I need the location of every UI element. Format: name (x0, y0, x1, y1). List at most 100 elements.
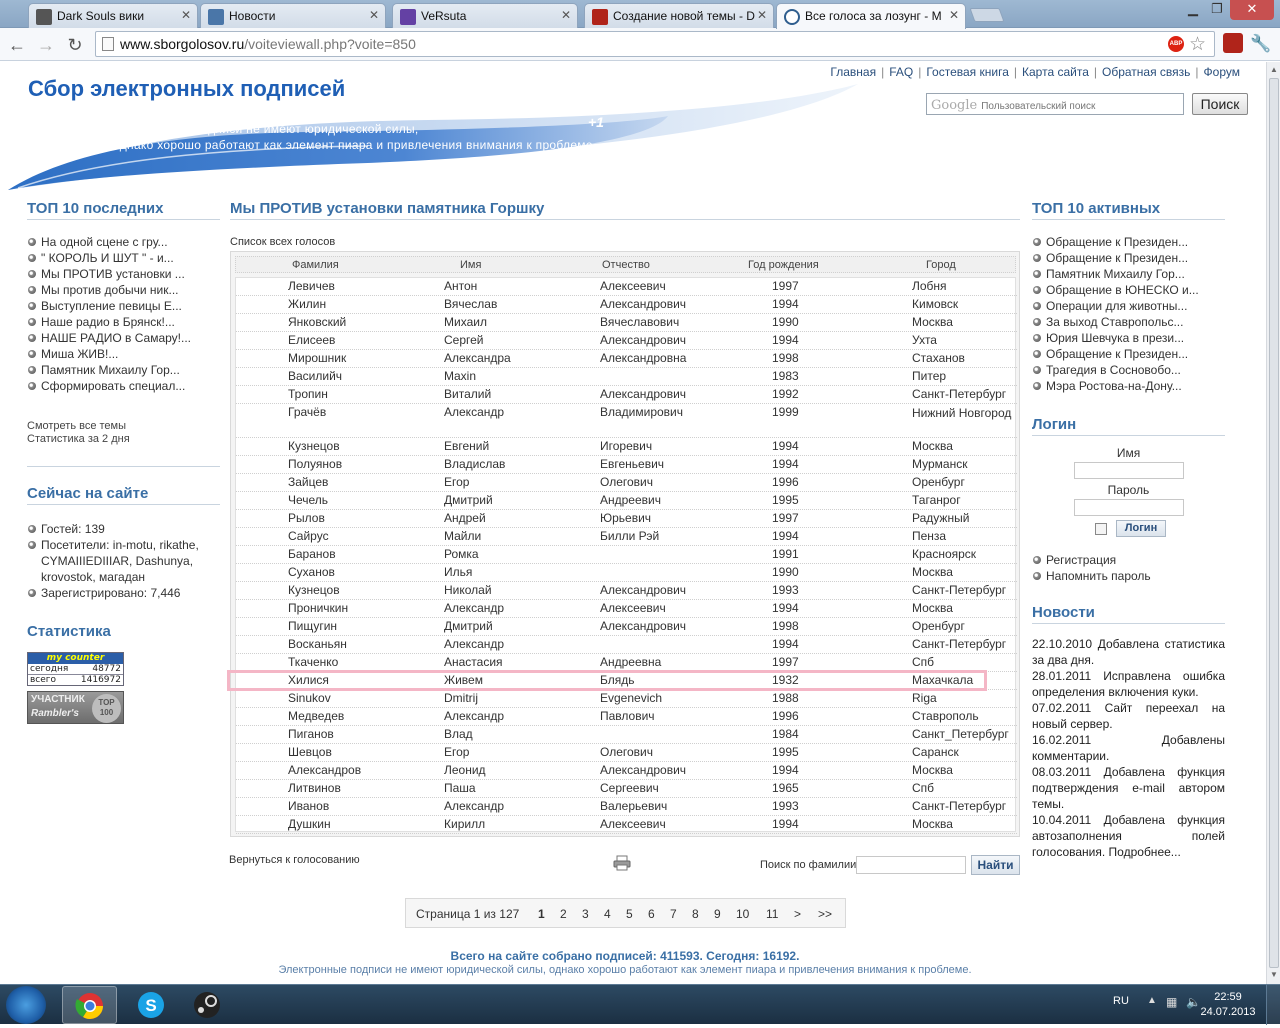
minimize-button[interactable]: ▁ (1180, 0, 1206, 20)
tab-dota-forum[interactable]: Создание новой темы - D ✕ (584, 3, 774, 28)
print-icon[interactable] (613, 855, 631, 871)
tab-dark-souls[interactable]: Dark Souls вики ✕ (28, 3, 198, 28)
page-link[interactable]: 11 (766, 907, 778, 921)
start-button[interactable] (6, 986, 46, 1024)
top10-active-item[interactable]: Обращение к Президен... (1032, 346, 1225, 362)
close-icon[interactable]: ✕ (949, 8, 959, 22)
top10-latest-item[interactable]: Мы против добычи ник... (27, 282, 220, 298)
nav-guestbook[interactable]: Гостевая книга (926, 65, 1009, 79)
reload-icon[interactable]: ↻ (62, 32, 88, 58)
tab-twitch[interactable]: VeRsuta ✕ (392, 3, 578, 28)
login-name-input[interactable] (1073, 462, 1184, 479)
top10-latest-item[interactable]: На одной сцене с гру... (27, 234, 220, 250)
top10-active-item[interactable]: Обращение к Президен... (1032, 250, 1225, 266)
close-icon[interactable]: ✕ (181, 8, 191, 22)
cell-name: Кирилл (444, 817, 486, 831)
taskbar-skype[interactable]: S (124, 986, 179, 1024)
nav-forum[interactable]: Форум (1204, 65, 1240, 79)
top10-latest-item[interactable]: Мы ПРОТИВ установки ... (27, 266, 220, 282)
page-link[interactable]: 6 (648, 907, 655, 921)
top10-active-item[interactable]: Обращение к Президен... (1032, 234, 1225, 250)
nav-faq[interactable]: FAQ (889, 65, 913, 79)
page-link[interactable]: 7 (670, 907, 677, 921)
nav-home[interactable]: Главная (830, 65, 876, 79)
top10-active-item[interactable]: За выход Ставропольс... (1032, 314, 1225, 330)
top10-active-item[interactable]: Памятник Михаилу Гор... (1032, 266, 1225, 282)
page-link[interactable]: > (794, 907, 801, 921)
cell-city: Санкт_Петербург (912, 727, 1009, 741)
page-link[interactable]: 2 (560, 907, 567, 921)
skype-icon: S (138, 992, 164, 1018)
top10-latest-item[interactable]: Сформировать специал... (27, 378, 220, 394)
scrollbar-thumb[interactable] (1269, 78, 1279, 968)
dota-icon (592, 9, 608, 25)
tab-active-votes[interactable]: Все голоса за лозунг - М ✕ (776, 3, 966, 29)
new-tab-button[interactable] (969, 8, 1005, 22)
taskbar-chrome[interactable] (62, 986, 117, 1024)
site-title[interactable]: Сбор электронных подписей (28, 76, 345, 102)
top10-active-item[interactable]: Мэра Ростова-на-Дону... (1032, 378, 1225, 394)
page-link[interactable]: 3 (582, 907, 589, 921)
cell-city: Ставрополь (912, 709, 979, 723)
close-icon[interactable]: ✕ (369, 8, 379, 22)
rambler-top100-badge[interactable]: УЧАСТНИК Rambler's TOP 100 (27, 691, 124, 724)
top10-latest-item[interactable]: Выступление певицы Е... (27, 298, 220, 314)
top10-latest-item[interactable]: НАШЕ РАДИО в Самару!... (27, 330, 220, 346)
find-button[interactable]: Найти (971, 855, 1020, 875)
cell-surname: Зайцев (288, 475, 329, 489)
forward-icon[interactable]: → (33, 32, 59, 58)
nav-feedback[interactable]: Обратная связь (1102, 65, 1190, 79)
page-link[interactable]: >> (818, 907, 832, 921)
top10-active-item[interactable]: Обращение в ЮНЕСКО и... (1032, 282, 1225, 298)
network-icon[interactable]: ▦ (1166, 995, 1177, 1009)
close-window-button[interactable]: ✕ (1230, 0, 1274, 20)
page-link[interactable]: 8 (692, 907, 699, 921)
bookmark-star-icon[interactable]: ☆ (1189, 33, 1206, 56)
google-search-input[interactable]: Google Пользовательский поиск (926, 93, 1184, 115)
login-password-input[interactable] (1073, 499, 1184, 516)
clock[interactable]: 22:59 24.07.2013 (1200, 990, 1256, 1020)
show-desktop-button[interactable] (1266, 985, 1280, 1025)
adblock-icon[interactable]: ABP (1168, 36, 1184, 52)
top10-active-item[interactable]: Юрия Шевчука в прези... (1032, 330, 1225, 346)
stats-2days-link[interactable]: Статистика за 2 дня (27, 433, 220, 446)
top10-latest-item[interactable]: " КОРОЛЬ И ШУТ " - и... (27, 250, 220, 266)
cell-surname: Медведев (288, 709, 345, 723)
register-link[interactable]: Регистрация (1032, 552, 1225, 568)
top10-active-item[interactable]: Операции для животны... (1032, 298, 1225, 314)
volume-icon[interactable]: 🔈 (1186, 995, 1201, 1009)
dota-extension-icon[interactable] (1223, 33, 1243, 53)
page-current[interactable]: 1 (538, 907, 545, 921)
search-button[interactable]: Поиск (1192, 93, 1248, 115)
my-counter-widget[interactable]: my counter сегодня 48772 всего 1416972 (27, 652, 124, 686)
close-icon[interactable]: ✕ (757, 8, 767, 22)
page-link[interactable]: 5 (626, 907, 633, 921)
close-icon[interactable]: ✕ (561, 8, 571, 22)
tray-arrow-icon[interactable]: ▲ (1147, 995, 1157, 1006)
nav-sitemap[interactable]: Карта сайта (1022, 65, 1089, 79)
page-link[interactable]: 10 (736, 907, 749, 921)
address-bar[interactable]: www.sborgolosov.ru/voiteviewall.php?voit… (95, 31, 1215, 57)
remind-password-link[interactable]: Напомнить пароль (1032, 568, 1225, 584)
surname-search-input[interactable] (856, 856, 966, 874)
cell-patronymic: Александрович (600, 333, 687, 347)
back-to-voting-link[interactable]: Вернуться к голосованию (229, 854, 360, 866)
top10-latest-item[interactable]: Наше радио в Брянск!... (27, 314, 220, 330)
top10-latest-item[interactable]: Миша ЖИВ!... (27, 346, 220, 362)
page-link[interactable]: 9 (714, 907, 721, 921)
page-link[interactable]: 4 (604, 907, 611, 921)
login-button[interactable]: Логин (1116, 520, 1166, 537)
login-password-label: Пароль (1107, 483, 1150, 497)
top10-latest-item[interactable]: Памятник Михаилу Гор... (27, 362, 220, 378)
top10-active-item[interactable]: Трагедия в Сосновобо... (1032, 362, 1225, 378)
all-topics-link[interactable]: Смотреть все темы (27, 420, 220, 433)
language-indicator[interactable]: RU (1113, 995, 1129, 1007)
table-row: Пиганов Влад 1984 Санкт_Петербург (236, 726, 1017, 744)
wrench-menu-icon[interactable]: 🔧 (1250, 34, 1271, 54)
remember-checkbox[interactable] (1095, 523, 1107, 535)
tab-vk-news[interactable]: Новости ✕ (200, 3, 386, 28)
taskbar-steam[interactable] (180, 986, 235, 1024)
maximize-button[interactable]: ❐ (1206, 0, 1228, 20)
back-icon[interactable]: ← (4, 32, 30, 58)
page-scrollbar[interactable]: ▲ ▼ (1266, 62, 1280, 984)
